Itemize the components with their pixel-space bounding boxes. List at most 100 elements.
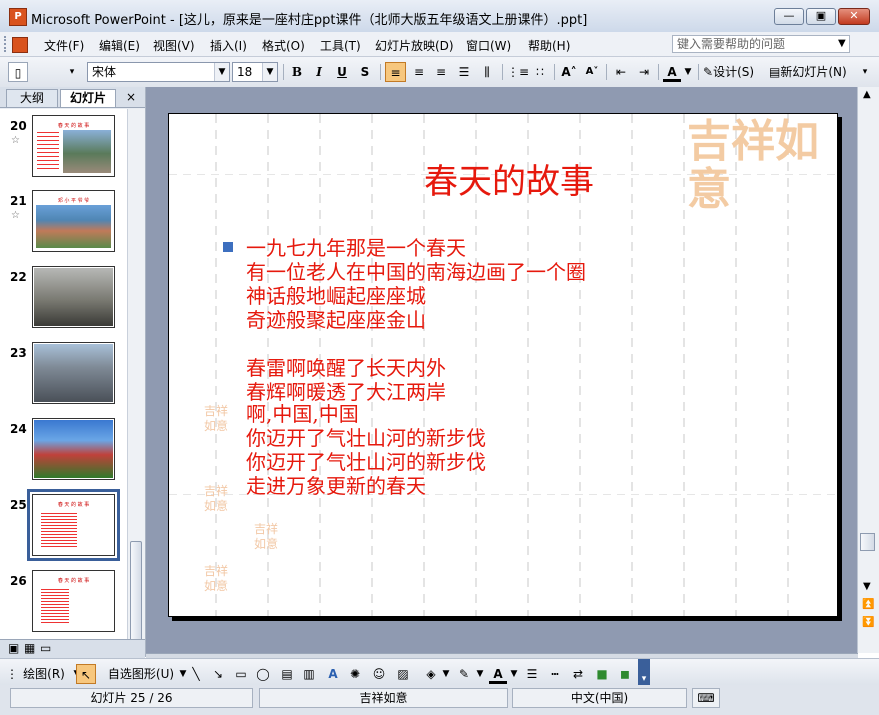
slide-thumbnail-23[interactable] [32, 342, 115, 404]
font-name-select[interactable]: 宋体 ▼ [87, 62, 230, 82]
numbering-icon[interactable]: ⋮≡ [507, 62, 529, 82]
font-color-dropdown-icon[interactable]: ▼ [509, 664, 519, 684]
slide-thumbnail-21[interactable]: 邓 小 平 爷 爷 [32, 190, 115, 252]
toolbar-grip[interactable]: ⋮ [6, 664, 18, 684]
font-color-icon[interactable]: A [489, 664, 507, 684]
body-text-line[interactable]: 奇迹般聚起座座金山 [246, 308, 426, 332]
line-color-dropdown-icon[interactable]: ▼ [475, 664, 485, 684]
menu-file[interactable]: 文件(F) [44, 37, 84, 54]
justify-icon[interactable]: ☰ [454, 62, 474, 82]
picture-icon[interactable]: ▨ [394, 664, 412, 684]
menu-slideshow[interactable]: 幻灯片放映(D) [375, 37, 454, 54]
thumbnail-scrollbar[interactable] [127, 109, 145, 641]
tab-outline[interactable]: 大纲 [6, 89, 58, 107]
line-tool-icon[interactable]: ╲ [187, 664, 205, 684]
vertical-textbox-icon[interactable]: ▥ [300, 664, 318, 684]
toolbar-overflow-icon[interactable]: ▾ [859, 62, 871, 82]
document-icon[interactable] [12, 37, 28, 53]
close-button[interactable]: ✕ [838, 8, 870, 25]
dash-style-icon[interactable]: ┅ [546, 664, 564, 684]
arrow-tool-icon[interactable]: ↘ [209, 664, 227, 684]
new-document-icon[interactable]: ▯ [8, 62, 28, 82]
align-right-icon[interactable]: ≡ [431, 62, 451, 82]
3d-style-icon[interactable]: ◼ [616, 664, 634, 684]
slide-thumbnail-26[interactable]: 春 天 的 故 事 [32, 570, 115, 632]
menu-format[interactable]: 格式(O) [262, 37, 305, 54]
body-text-line[interactable]: 走进万象更新的春天 [246, 474, 426, 498]
menu-insert[interactable]: 插入(I) [210, 37, 247, 54]
align-center-icon[interactable]: ≡ [409, 62, 429, 82]
slide-thumbnail-24[interactable] [32, 418, 115, 480]
menu-window[interactable]: 窗口(W) [466, 37, 511, 54]
body-text-line[interactable]: 啊,中国,中国 [246, 402, 359, 426]
slide-thumbnail-list[interactable]: 20 ☆ 春 天 的 故 事 21 ☆ 邓 小 平 爷 爷 22 23 24 2… [0, 109, 127, 639]
current-slide[interactable]: 吉祥如意 吉祥如意 吉祥如意 吉祥如意 吉祥如意 春天的故事 一九七九年那是一个… [168, 113, 838, 617]
slide-thumbnail-25[interactable]: 春 天 的 故 事 [27, 489, 120, 561]
oval-tool-icon[interactable]: ◯ [254, 664, 272, 684]
slide-thumbnail-22[interactable] [32, 266, 115, 328]
clipart-icon[interactable]: ☺ [370, 664, 388, 684]
shadow-style-icon[interactable]: ■ [593, 664, 611, 684]
shadow-button[interactable]: S [356, 62, 374, 82]
help-search-input[interactable]: 键入需要帮助的问题 [672, 35, 850, 53]
shrink-font-icon[interactable]: A˅ [582, 62, 602, 82]
toolbar-options-icon[interactable]: ▾ [638, 659, 650, 685]
body-text-line[interactable]: 你迈开了气壮山河的新步伐 [246, 426, 486, 450]
grow-font-icon[interactable]: A˄ [559, 62, 579, 82]
body-text-line[interactable]: 神话般地崛起座座城 [246, 284, 426, 308]
body-text-line[interactable]: 你迈开了气壮山河的新步伐 [246, 450, 486, 474]
menu-grip[interactable] [4, 36, 9, 52]
design-button[interactable]: ✎设计(S) [703, 62, 765, 82]
menu-view[interactable]: 视图(V) [153, 37, 195, 54]
underline-button[interactable]: U [333, 62, 351, 82]
menu-help[interactable]: 帮助(H) [528, 37, 570, 54]
slide-scrollbar[interactable]: ▲ ▼ ⏫ ⏬ [857, 87, 879, 653]
menu-edit[interactable]: 编辑(E) [99, 37, 140, 54]
fill-color-icon[interactable]: ◈ [422, 664, 440, 684]
powerpoint-icon[interactable]: P [9, 8, 27, 26]
body-text-line[interactable]: 有一位老人在中国的南海边画了一个圈 [246, 260, 586, 284]
slide-title[interactable]: 春天的故事 [319, 154, 699, 203]
font-color-dropdown-icon[interactable]: ▼ [683, 62, 693, 82]
normal-view-icon[interactable]: ▣ [8, 641, 19, 655]
bold-button[interactable]: B [288, 62, 306, 82]
body-text-line[interactable]: 春雷啊唤醒了长天内外 [246, 356, 446, 380]
increase-indent-icon[interactable]: ⇥ [634, 62, 654, 82]
slide-sorter-icon[interactable]: ▦ [24, 641, 35, 655]
line-style-icon[interactable]: ☰ [523, 664, 541, 684]
arrow-style-icon[interactable]: ⇄ [569, 664, 587, 684]
new-slide-button[interactable]: ▤新幻灯片(N) [769, 62, 857, 82]
autoshapes-button[interactable]: 自选图形(U) [104, 664, 178, 684]
font-color-button[interactable]: A [663, 62, 681, 82]
select-pointer-icon[interactable]: ↖ [76, 664, 96, 684]
diagram-icon[interactable]: ✺ [346, 664, 364, 684]
body-text-line[interactable]: 一九七九年那是一个春天 [246, 236, 466, 260]
scroll-down-icon[interactable]: ▼ [863, 581, 871, 592]
bullets-icon[interactable]: ∷ [530, 62, 550, 82]
scroll-up-icon[interactable]: ▲ [863, 89, 871, 100]
distribute-icon[interactable]: ⫼ [477, 62, 497, 82]
slide-thumbnail-20[interactable]: 春 天 的 故 事 [32, 115, 115, 177]
scrollbar-thumb[interactable] [130, 541, 142, 641]
fill-color-dropdown-icon[interactable]: ▼ [441, 664, 451, 684]
chevron-down-icon[interactable]: ▼ [214, 63, 229, 81]
chevron-down-icon[interactable]: ▼ [262, 63, 277, 81]
wordart-icon[interactable]: A [324, 664, 342, 684]
decrease-indent-icon[interactable]: ⇤ [611, 62, 631, 82]
maximize-button[interactable]: ▣ [806, 8, 836, 25]
menu-tools[interactable]: 工具(T) [320, 37, 361, 54]
previous-slide-icon[interactable]: ⏫ [862, 599, 874, 610]
body-text-line[interactable]: 春辉啊暖透了大江两岸 [246, 380, 446, 404]
slideshow-icon[interactable]: ▭ [40, 641, 51, 655]
draw-menu-button[interactable]: 绘图(R) [16, 664, 72, 684]
font-size-select[interactable]: 18 ▼ [232, 62, 278, 82]
rectangle-tool-icon[interactable]: ▭ [232, 664, 250, 684]
tab-slides[interactable]: 幻灯片 [60, 89, 116, 107]
help-dropdown-icon[interactable]: ▼ [838, 38, 846, 49]
toolbar-options-icon[interactable]: ▾ [66, 62, 78, 82]
italic-button[interactable]: I [310, 62, 328, 82]
close-icon[interactable]: × [126, 90, 136, 104]
line-color-icon[interactable]: ✎ [455, 664, 473, 684]
spelling-status-icon[interactable]: ⌨ [692, 688, 720, 708]
align-left-icon[interactable]: ≡ [385, 62, 406, 82]
